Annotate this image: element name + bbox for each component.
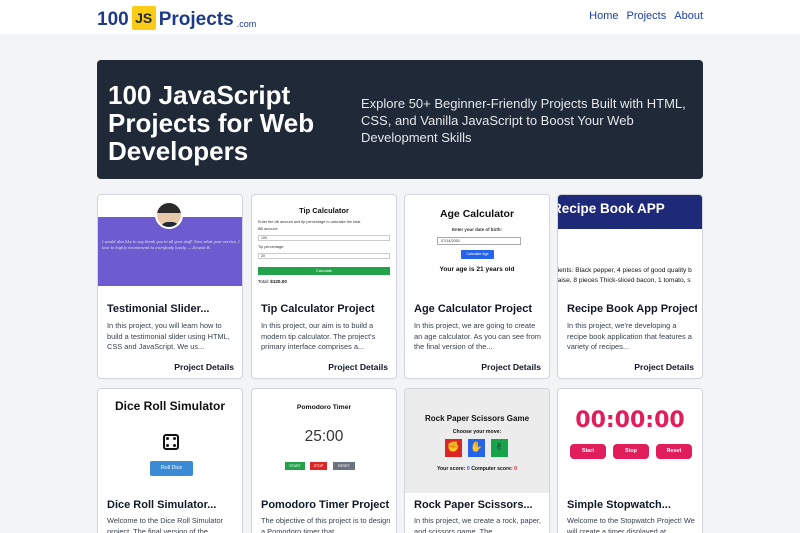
age-result: Your age is 21 years old — [439, 266, 515, 273]
avatar — [155, 201, 183, 229]
stopwatch-display: 00:00:00 — [575, 408, 685, 433]
logo-number: 100 — [97, 9, 129, 30]
project-thumbnail[interactable]: Dice Roll Simulator Roll Dice — [98, 389, 242, 493]
card-title[interactable]: Rock Paper Scissors... — [414, 499, 544, 511]
project-details-link[interactable]: Project Details — [328, 362, 388, 372]
nav-home-link[interactable]: Home — [589, 10, 618, 22]
nav-projects-link[interactable]: Projects — [627, 10, 667, 22]
timer-display: 25:00 — [304, 428, 344, 445]
ingredients-line: naise, 8 pieces Thick-sliced bacon, 1 to… — [558, 277, 691, 284]
die-pip — [173, 444, 176, 447]
rock-icon: ✊ — [445, 439, 462, 457]
project-card-testimonial-slider[interactable]: I would also like to say thank you to al… — [97, 194, 243, 379]
card-title[interactable]: Simple Stopwatch... — [567, 499, 697, 511]
card-title[interactable]: Pomodoro Timer Project — [261, 499, 391, 511]
project-card-dice-roll[interactable]: Dice Roll Simulator Roll Dice Dice Roll … — [97, 388, 243, 533]
stop-button: STOP — [310, 462, 327, 470]
project-thumbnail[interactable]: Tip Calculator Enter the bill amount and… — [252, 195, 396, 286]
ingredients-text: dients: Black pepper, 4 pieces of good q… — [558, 266, 702, 286]
thumb-heading: Recipe Book APP — [558, 201, 665, 216]
start-button: Start — [570, 444, 606, 459]
calculate-age-button: Calculate Age — [461, 250, 494, 259]
project-card-stopwatch[interactable]: 00:00:00 Start Stop Reset Simple Stopwat… — [557, 388, 703, 533]
project-details-link[interactable]: Project Details — [481, 362, 541, 372]
hero-subtitle: Explore 50+ Beginner-Friendly Projects B… — [361, 96, 686, 145]
thumb-heading: Tip Calculator — [299, 206, 349, 215]
thumb-instruction: Enter the bill amount and tip percentage… — [258, 220, 362, 224]
project-details-link[interactable]: Project Details — [634, 362, 694, 372]
scissors-icon: ✌ — [491, 439, 508, 457]
main-nav: Home Projects About — [589, 10, 703, 22]
card-description: The objective of this project is to desi… — [261, 516, 391, 533]
start-button: START — [285, 462, 305, 470]
computer-score-value: 0 — [514, 466, 518, 472]
card-description: Welcome to the Dice Roll Simulator proje… — [107, 516, 224, 533]
thumb-prompt: Choose your move: — [452, 429, 502, 435]
die-pip — [166, 444, 169, 447]
your-score-label: Your score: — [436, 466, 466, 472]
thumb-prompt: Enter your date of birth: — [451, 227, 502, 232]
project-card-recipe-book[interactable]: Recipe Book APP dients: Black pepper, 4 … — [557, 194, 703, 379]
nav-about-link[interactable]: About — [674, 10, 703, 22]
birthdate-field: 07/14/2001 — [437, 237, 521, 245]
logo-js-badge: JS — [131, 6, 156, 30]
thumb-heading: Pomodoro Timer — [296, 404, 352, 411]
thumb-heading: Rock Paper Scissors Game — [424, 414, 530, 423]
tip-label: Tip percentage: — [258, 245, 285, 249]
project-thumbnail[interactable]: Pomodoro Timer 25:00 START STOP RESET — [252, 389, 396, 493]
card-title[interactable]: Age Calculator Project — [414, 303, 544, 315]
card-title[interactable]: Tip Calculator Project — [261, 303, 391, 315]
card-description: In this project, we create a rock, paper… — [414, 516, 541, 533]
thumb-heading: Age Calculator — [439, 208, 515, 220]
card-description: Welcome to the Stopwatch Project! We wil… — [567, 516, 695, 533]
project-details-link[interactable]: Project Details — [174, 362, 234, 372]
bill-field: 100 — [258, 235, 390, 241]
card-description: In this project, you will learn how to b… — [107, 321, 230, 351]
die-pip — [166, 437, 169, 440]
roll-dice-button: Roll Dice — [150, 461, 193, 476]
stop-button: Stop — [613, 444, 649, 459]
hero-banner: 100 JavaScript Projects for Web Develope… — [97, 60, 703, 179]
thumb-heading: Dice Roll Simulator — [114, 399, 226, 413]
card-description: In this project, we're developing a reci… — [567, 321, 692, 351]
ingredients-line: dients: Black pepper, 4 pieces of good q… — [558, 267, 692, 274]
reset-button: Reset — [656, 444, 692, 459]
project-thumbnail[interactable]: Recipe Book APP dients: Black pepper, 4 … — [558, 195, 702, 286]
avatar-hair — [157, 203, 181, 213]
total-display: Total: $120.00 — [258, 279, 287, 284]
project-thumbnail[interactable]: I would also like to say thank you to al… — [98, 195, 242, 286]
card-description: In this project, our aim is to build a m… — [261, 321, 376, 351]
total-label: Total: — [258, 279, 269, 284]
site-header: 100 JS Projects .com Home Projects About — [0, 0, 800, 34]
card-description: In this project, we are going to create … — [414, 321, 541, 351]
card-title[interactable]: Recipe Book App Project — [567, 303, 697, 315]
calculate-button: Calculate — [258, 267, 390, 275]
die-pip — [173, 437, 176, 440]
tip-field: 20 — [258, 253, 390, 259]
hero-title: 100 JavaScript Projects for Web Develope… — [108, 80, 315, 166]
project-card-age-calculator[interactable]: Age Calculator Enter your date of birth:… — [404, 194, 550, 379]
card-title[interactable]: Dice Roll Simulator... — [107, 499, 237, 511]
card-title[interactable]: Testimonial Slider... — [107, 303, 237, 315]
bill-label: Bill amount: — [258, 227, 278, 231]
logo-domain: .com — [236, 19, 257, 29]
dice-icon — [163, 434, 179, 450]
total-value: $120.00 — [270, 279, 287, 284]
project-thumbnail[interactable]: Rock Paper Scissors Game Choose your mov… — [405, 389, 549, 493]
project-card-rock-paper-scissors[interactable]: Rock Paper Scissors Game Choose your mov… — [404, 388, 550, 533]
testimonial-quote: I would also like to say thank you to al… — [102, 240, 240, 250]
paper-icon: ✋ — [468, 439, 485, 457]
score-display: Your score: 0 Computer score: 0 — [405, 466, 549, 472]
project-card-tip-calculator[interactable]: Tip Calculator Enter the bill amount and… — [251, 194, 397, 379]
project-thumbnail[interactable]: Age Calculator Enter your date of birth:… — [405, 195, 549, 286]
your-score-value: 0 — [466, 466, 470, 472]
site-logo[interactable]: 100 JS Projects .com — [97, 5, 256, 31]
project-thumbnail[interactable]: 00:00:00 Start Stop Reset — [558, 389, 702, 493]
project-card-pomodoro-timer[interactable]: Pomodoro Timer 25:00 START STOP RESET Po… — [251, 388, 397, 533]
reset-button: RESET — [333, 462, 355, 470]
logo-word: Projects — [158, 9, 234, 30]
computer-score-label: Computer score: — [471, 466, 513, 472]
